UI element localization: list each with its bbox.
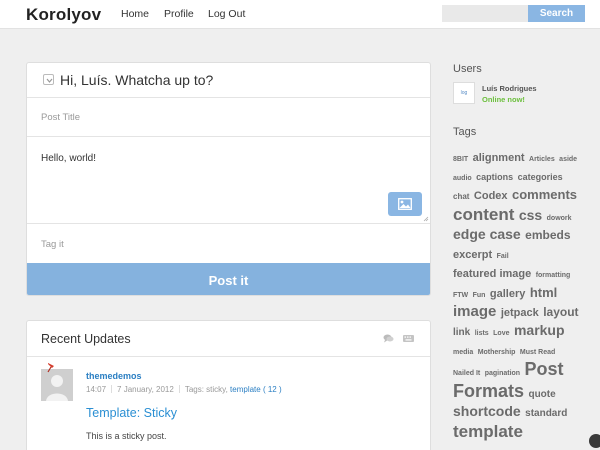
tag-link[interactable]: edge case [453,226,521,242]
add-image-button[interactable] [388,192,422,216]
site-title[interactable]: Korolyov [26,5,101,25]
tag-link[interactable]: dowork [547,215,572,222]
tag-link[interactable]: Must Read [520,349,555,356]
composer-greeting: Hi, Luís. Whatcha up to? [60,72,214,88]
scroll-indicator[interactable] [589,434,600,448]
tag-link[interactable]: Love [493,330,509,337]
post-title-field[interactable] [27,99,430,137]
comments-icon[interactable] [383,334,394,343]
tags-heading: Tags [453,126,477,138]
post-tags-label: Tags: sticky, [184,385,228,394]
post-it-button[interactable]: Post it [27,263,430,295]
tag-link[interactable]: FTW [453,292,468,299]
nav-home[interactable]: Home [121,8,149,20]
post-excerpt: This is a sticky post. [86,431,167,441]
user-avatar[interactable]: log [453,82,475,104]
tag-link[interactable]: Articles [529,156,555,163]
resize-handle-icon[interactable] [423,216,429,222]
tag-link[interactable]: quote [528,389,555,400]
meta-divider [111,385,113,393]
tag-link[interactable]: alignment [473,152,525,164]
tag-link[interactable]: Mothership [478,349,516,356]
post-content-text: Hello, world! [41,153,97,164]
tag-link[interactable]: Formats [453,381,524,401]
tag-link[interactable]: captions [476,172,513,182]
tag-link[interactable]: Fail [497,253,509,260]
tag-link[interactable]: template [453,422,523,441]
composer-header: Hi, Luís. Whatcha up to? [27,63,430,98]
tag-link[interactable]: formatting [536,272,571,279]
top-bar: Korolyov Home Profile Log Out Search [0,0,600,29]
tag-link[interactable]: shortcode [453,403,521,419]
post-content-field[interactable]: Hello, world! [27,138,430,224]
tag-link[interactable]: categories [518,172,563,182]
tag-link[interactable]: embeds [525,228,570,242]
chevron-down-icon[interactable] [43,74,54,85]
tag-field[interactable] [27,225,430,263]
tag-link[interactable]: image [453,303,496,320]
post-meta: 14:07 7 January, 2012 Tags: sticky, templa… [86,385,282,394]
tag-link[interactable]: content [453,205,514,224]
tag-link[interactable]: audio [453,175,472,182]
sticky-pin-icon [47,363,54,373]
nav-profile[interactable]: Profile [164,8,194,20]
user-name[interactable]: Luís Rodrigues [482,84,537,93]
image-icon [398,198,412,210]
post-composer: Hi, Luís. Whatcha up to? Hello, world! P… [26,62,431,296]
tag-link[interactable]: media [453,349,473,356]
tag-link[interactable]: markup [514,322,565,338]
search-button[interactable]: Search [528,5,585,22]
tag-link[interactable]: Codex [474,190,508,202]
search-input[interactable] [442,5,528,22]
post-date: 7 January, 2012 [117,385,174,394]
tag-link[interactable]: comments [512,187,577,202]
tag-link[interactable]: Nailed It [453,370,480,377]
nav-log-out[interactable]: Log Out [208,8,245,20]
meta-divider [178,385,180,393]
post-time: 14:07 [86,385,107,394]
recent-updates-header: Recent Updates [27,321,430,357]
tag-cloud: 8BIT alignment Articles aside audio capt… [453,147,583,442]
tag-link[interactable]: chat [453,192,469,201]
post-author[interactable]: themedemos [86,371,142,381]
tag-link[interactable]: 8BIT [453,156,468,163]
tag-link[interactable]: layout [543,305,578,319]
tag-link[interactable]: link [453,327,470,338]
tag-link[interactable]: Post [525,359,564,379]
post-tag-link[interactable]: template ( 12 ) [230,385,282,394]
recent-updates-panel: Recent Updates themedemos 14:07 7 January… [26,320,431,450]
recent-updates-title: Recent Updates [41,332,131,346]
keyboard-icon[interactable] [403,335,414,342]
post-title-link[interactable]: Template: Sticky [86,406,177,420]
tag-link[interactable]: featured image [453,268,531,280]
tag-link[interactable]: Fun [473,292,486,299]
tag-link[interactable]: pagination [485,370,520,377]
tag-link[interactable]: html [530,285,557,300]
tag-link[interactable]: gallery [490,288,525,300]
tag-link[interactable]: aside [559,156,577,163]
tag-link[interactable]: excerpt [453,249,492,261]
tag-link[interactable]: standard [525,408,567,419]
tag-link[interactable]: lists [475,330,489,337]
user-status: Online now! [482,95,525,104]
users-heading: Users [453,63,482,75]
tag-link[interactable]: jetpack [501,307,539,319]
tag-link[interactable]: css [519,207,542,223]
